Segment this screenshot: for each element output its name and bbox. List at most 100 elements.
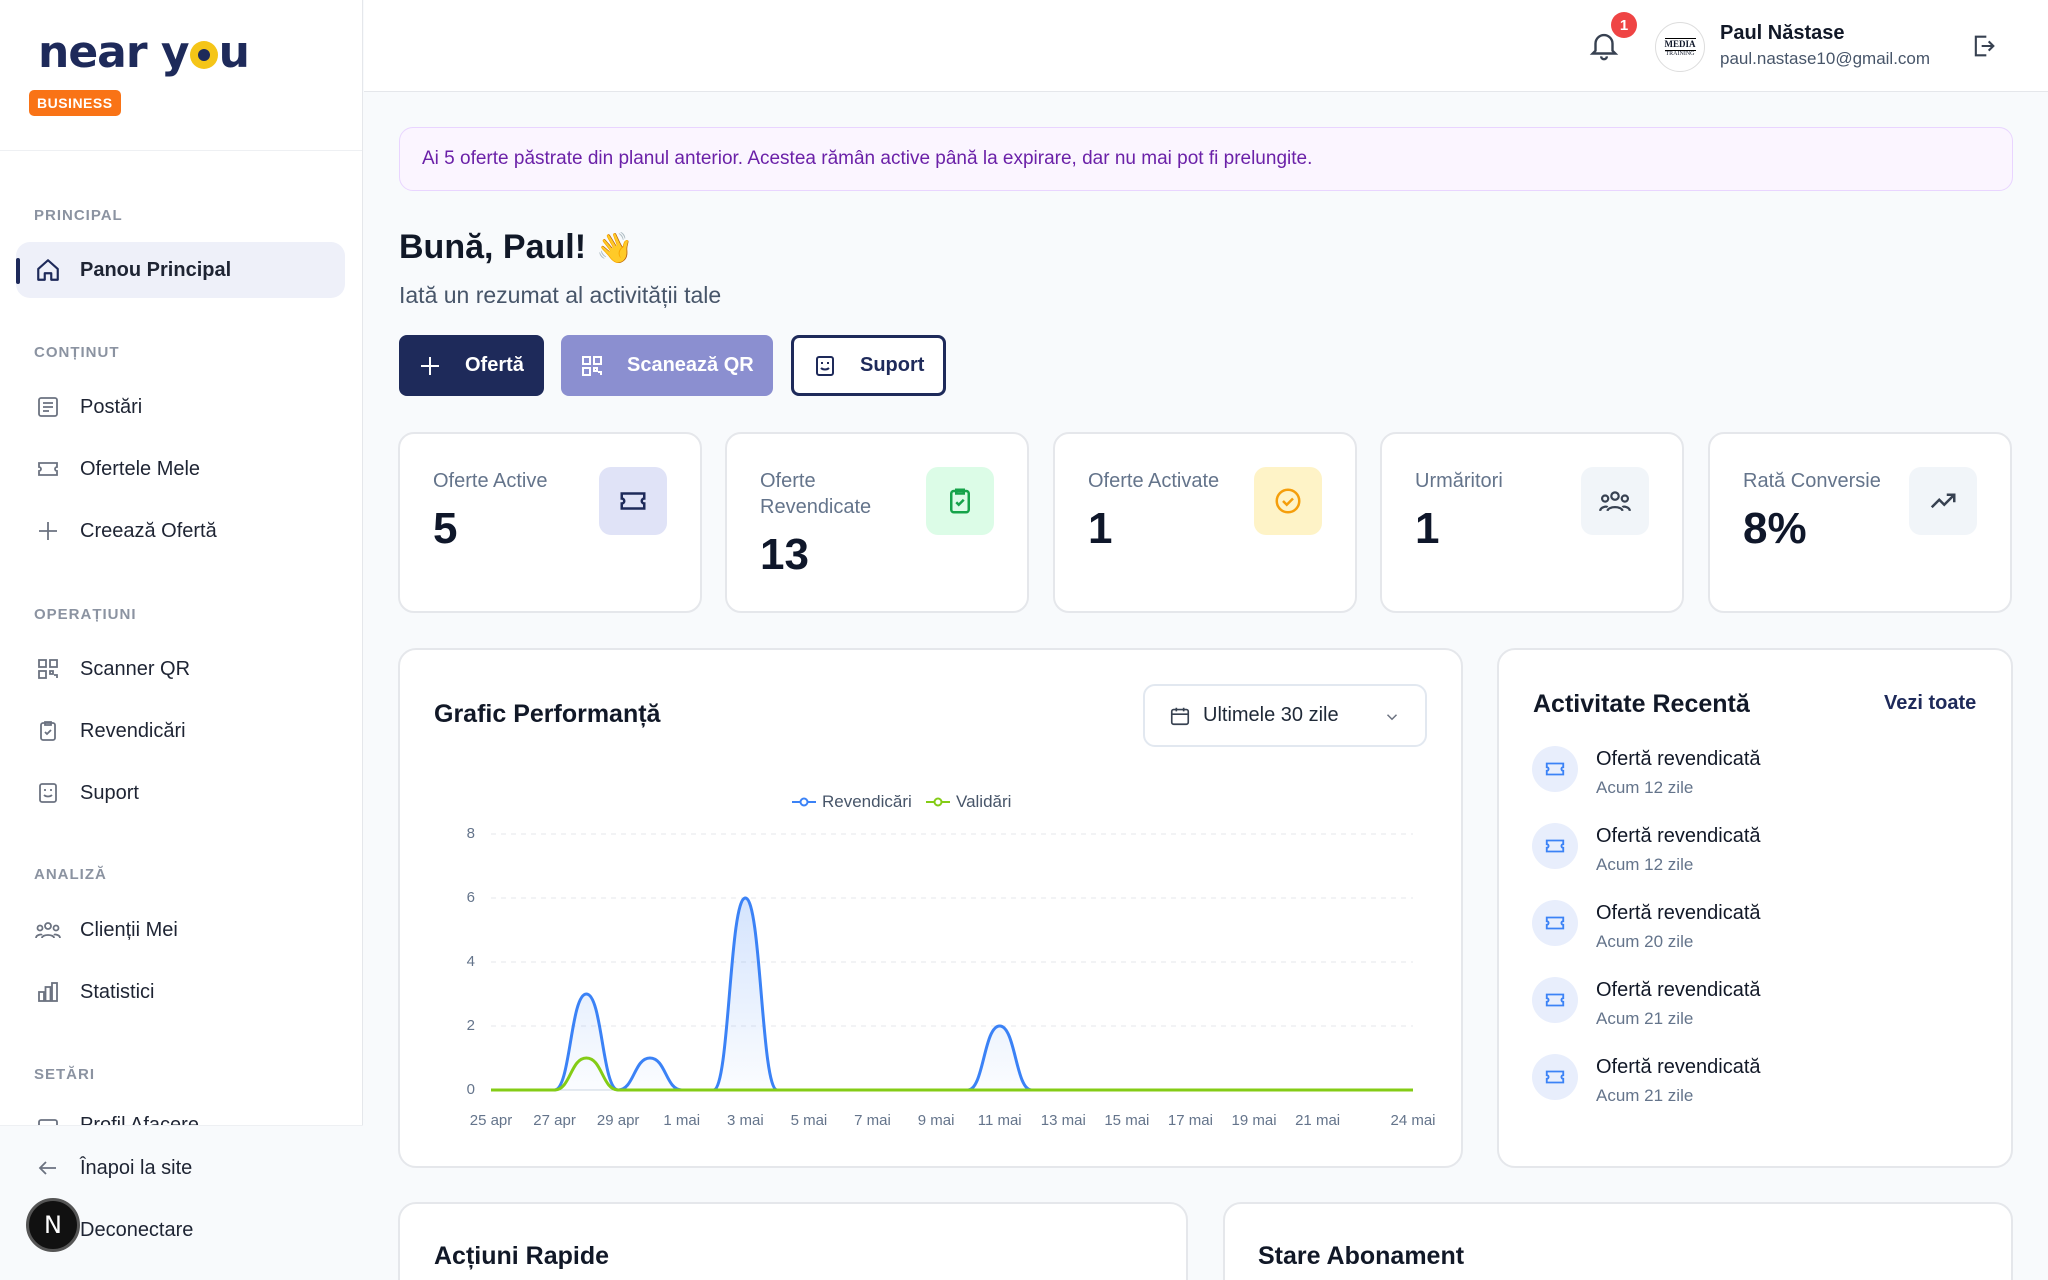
sidebar-item-profil[interactable]: Profil Afacere bbox=[16, 1100, 345, 1126]
stat-card-conversion-rate: Rată Conversie 8% bbox=[1708, 432, 2012, 613]
sidebar-item-label: Statistici bbox=[80, 980, 155, 1003]
performance-title: Grafic Performanță bbox=[434, 700, 661, 728]
x-tick-label: 25 apr bbox=[469, 1112, 513, 1129]
new-offer-button[interactable]: Ofertă bbox=[399, 335, 544, 396]
range-select-value: Ultimele 30 zile bbox=[1203, 704, 1339, 726]
dev-tools-bubble[interactable]: N bbox=[26, 1198, 80, 1252]
section-continut: CONȚINUT bbox=[34, 344, 120, 361]
stat-label: Oferte Revendicate bbox=[760, 470, 872, 518]
activity-item-time: Acum 20 zile bbox=[1596, 932, 1694, 951]
y-tick-label: 4 bbox=[466, 953, 475, 970]
legend-marker-line-icon bbox=[926, 797, 950, 807]
range-select[interactable]: Ultimele 30 zile bbox=[1143, 684, 1427, 747]
sidebar-item-creeaza-oferta[interactable]: Creează Ofertă bbox=[16, 503, 345, 559]
x-tick-label: 11 mai bbox=[977, 1112, 1022, 1129]
back-to-site-link[interactable]: Înapoi la site bbox=[16, 1140, 345, 1196]
activity-item-title: Ofertă revendicată bbox=[1596, 902, 1761, 924]
x-tick-label: 3 mai bbox=[727, 1112, 764, 1129]
page-title: Bună, Paul! 👋 bbox=[399, 228, 634, 266]
section-analiza: ANALIZĂ bbox=[34, 866, 107, 883]
stat-label: Rată Conversie bbox=[1743, 470, 1881, 492]
avatar[interactable]: MEDIA TRAINING bbox=[1655, 22, 1705, 72]
stat-label: Oferte Activate bbox=[1088, 470, 1220, 492]
x-tick-label: 5 mai bbox=[790, 1112, 828, 1129]
activity-item-time: Acum 21 zile bbox=[1596, 1086, 1694, 1105]
see-all-link[interactable]: Vezi toate bbox=[1884, 692, 1976, 715]
y-tick-label: 6 bbox=[466, 889, 475, 906]
sidebar-item-statistici[interactable]: Statistici bbox=[16, 964, 345, 1020]
x-tick-label: 21 mai bbox=[1295, 1112, 1341, 1129]
sidebar-item-postari[interactable]: Postări bbox=[16, 379, 345, 435]
support-button[interactable]: Suport bbox=[791, 335, 946, 396]
chevron-down-icon bbox=[1386, 714, 1398, 721]
section-operatiuni: OPERAȚIUNI bbox=[34, 606, 137, 623]
business-badge: BUSINESS bbox=[29, 90, 121, 116]
x-tick-label: 24 mai bbox=[1390, 1112, 1436, 1129]
clipboard-check-icon bbox=[34, 717, 62, 745]
quick-actions-title: Acțiuni Rapide bbox=[434, 1242, 610, 1270]
notification-count-badge: 1 bbox=[1611, 12, 1637, 38]
section-principal: PRINCIPAL bbox=[34, 207, 123, 224]
check-circle-icon bbox=[1254, 467, 1322, 535]
subscription-title: Stare Abonament bbox=[1258, 1242, 1465, 1270]
users-icon bbox=[1581, 467, 1649, 535]
ticket-icon bbox=[34, 455, 62, 483]
stat-value: 1 bbox=[1088, 504, 1113, 553]
plus-icon bbox=[34, 517, 62, 545]
activity-item-title: Ofertă revendicată bbox=[1596, 748, 1761, 770]
user-email: paul.nastase10@gmail.com bbox=[1720, 49, 1931, 68]
sidebar-item-label: Creează Ofertă bbox=[80, 519, 217, 542]
calendar-icon bbox=[1170, 707, 1190, 725]
y-tick-label: 0 bbox=[466, 1081, 475, 1098]
qr-icon bbox=[579, 353, 605, 379]
sidebar: near yu BUSINESS PRINCIPAL Panou Princip… bbox=[0, 0, 363, 1280]
legend-item-revendicari[interactable]: Revendicări bbox=[792, 792, 912, 812]
ticket-icon bbox=[599, 467, 667, 535]
sidebar-item-clientii-mei[interactable]: Clienții Mei bbox=[16, 902, 345, 958]
users-icon bbox=[34, 916, 62, 944]
sidebar-item-ofertele-mele[interactable]: Ofertele Mele bbox=[16, 441, 345, 497]
sidebar-item-suport[interactable]: Suport bbox=[16, 765, 345, 821]
activity-item-title: Ofertă revendicată bbox=[1596, 825, 1761, 847]
sidebar-item-revendicari[interactable]: Revendicări bbox=[16, 703, 345, 759]
activity-title: Activitate Recentă bbox=[1533, 690, 1750, 718]
stat-card-active-offers: Oferte Active 5 bbox=[398, 432, 702, 613]
x-tick-label: 7 mai bbox=[854, 1112, 891, 1129]
logo[interactable]: near yu bbox=[38, 28, 362, 78]
sidebar-item-label: Panou Principal bbox=[80, 258, 232, 281]
page-subtitle: Iată un rezumat al activității tale bbox=[399, 282, 722, 308]
ticket-icon bbox=[1532, 977, 1578, 1023]
sidebar-item-scanner-qr[interactable]: Scanner QR bbox=[16, 641, 345, 697]
ticket-icon bbox=[1532, 746, 1578, 792]
ticket-icon bbox=[1532, 1054, 1578, 1100]
logout-icon[interactable] bbox=[1970, 32, 1998, 60]
activity-item-time: Acum 21 zile bbox=[1596, 1009, 1694, 1028]
section-setari: SETĂRI bbox=[34, 1066, 96, 1083]
sidebar-item-label: Suport bbox=[80, 781, 139, 804]
user-name: Paul Năstase bbox=[1720, 22, 1845, 44]
activity-item-time: Acum 12 zile bbox=[1596, 855, 1694, 874]
logo-dot-icon bbox=[189, 41, 218, 69]
x-tick-label: 9 mai bbox=[917, 1112, 955, 1129]
legend-item-validari[interactable]: Validări bbox=[926, 792, 1011, 812]
stat-label: Oferte Active bbox=[433, 470, 548, 492]
stat-card-followers: Urmăritori 1 bbox=[1380, 432, 1684, 613]
logout-label: Deconectare bbox=[80, 1218, 194, 1241]
stat-label: Urmăritori bbox=[1415, 470, 1503, 492]
y-tick-label: 8 bbox=[466, 825, 475, 842]
activity-item-title: Ofertă revendicată bbox=[1596, 979, 1761, 1001]
brand: near yu BUSINESS bbox=[0, 0, 362, 151]
stat-card-activated-offers: Oferte Activate 1 bbox=[1053, 432, 1357, 613]
x-tick-label: 29 apr bbox=[596, 1112, 640, 1129]
sidebar-item-label: Postări bbox=[80, 395, 143, 418]
y-tick-label: 2 bbox=[466, 1017, 475, 1034]
scan-qr-button[interactable]: Scanează QR bbox=[561, 335, 773, 396]
sidebar-item-panou-principal[interactable]: Panou Principal bbox=[16, 242, 345, 298]
plus-icon bbox=[417, 353, 443, 379]
support-icon bbox=[812, 353, 838, 379]
sidebar-item-label: Clienții Mei bbox=[80, 918, 178, 941]
stat-value: 5 bbox=[433, 504, 458, 553]
x-tick-label: 13 mai bbox=[1040, 1112, 1086, 1129]
legend-marker-line-icon bbox=[792, 797, 816, 807]
document-icon bbox=[34, 393, 62, 421]
